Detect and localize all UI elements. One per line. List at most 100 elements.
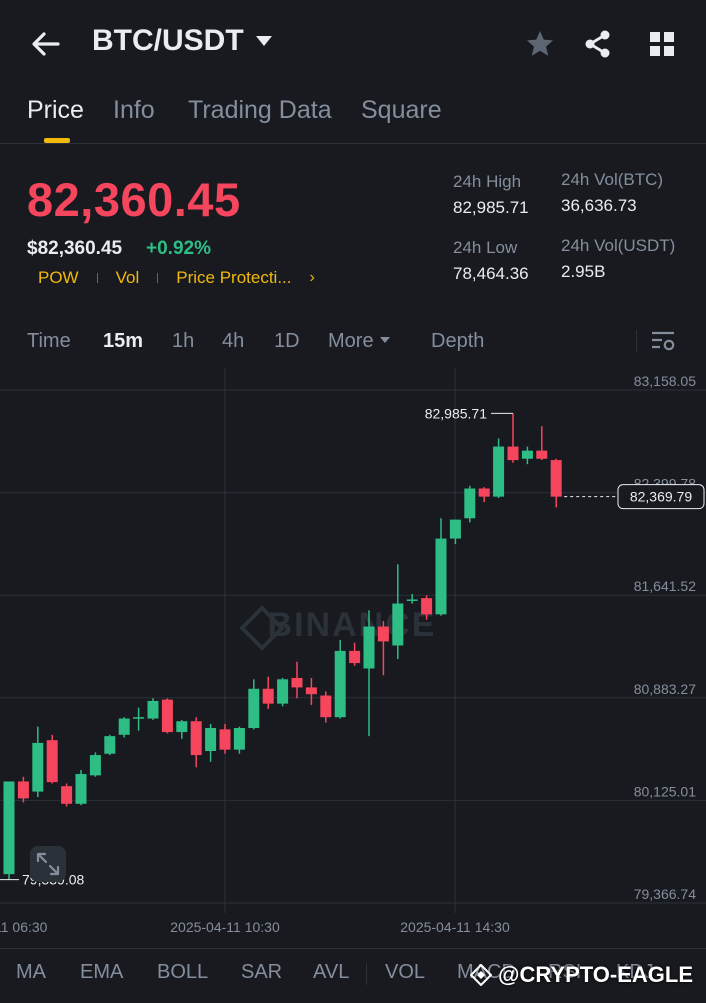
x-tick-label: 2025-04-11 10:30: [170, 919, 280, 935]
interval-more-label: More: [328, 330, 374, 352]
stat-24h-vol-btc-label: 24h Vol(BTC): [561, 170, 664, 189]
y-tick-label: 81,641.52: [634, 578, 696, 594]
candle-body: [392, 603, 404, 646]
asset-tags[interactable]: POW Vol Price Protecti... ›: [38, 268, 315, 288]
candle-body: [493, 446, 505, 497]
candle-body: [205, 728, 217, 752]
y-tick-label: 80,883.27: [634, 681, 696, 697]
tag-price-protection[interactable]: Price Protecti...: [176, 268, 291, 288]
interval-4h[interactable]: 4h: [222, 330, 244, 353]
candle-body: [262, 688, 274, 704]
interval-more[interactable]: More: [328, 330, 390, 353]
active-tab-indicator: [44, 138, 70, 143]
interval-depth[interactable]: Depth: [431, 330, 484, 353]
y-tick-label: 83,158.05: [634, 373, 696, 389]
candle-body: [435, 538, 447, 615]
interval-time[interactable]: Time: [27, 330, 71, 353]
stat-24h-high-label: 24h High: [453, 172, 522, 191]
fullscreen-icon[interactable]: [30, 846, 66, 882]
candle-body: [104, 736, 116, 754]
candle-body: [3, 781, 15, 875]
stat-24h-vol-usdt-label: 24h Vol(USDT): [561, 236, 676, 255]
interval-15m[interactable]: 15m: [103, 330, 143, 353]
candle-body: [449, 519, 461, 539]
candle-body: [176, 721, 188, 733]
credit-text: @CRYPTO-EAGLE: [498, 962, 694, 987]
candle-body: [421, 598, 433, 615]
price-change-percent: +0.92%: [146, 238, 211, 259]
candle-body: [17, 781, 29, 799]
candle-body: [349, 650, 361, 664]
tab-trading-data[interactable]: Trading Data: [188, 96, 332, 125]
candle-body: [305, 687, 317, 695]
indicator-vol[interactable]: VOL: [385, 961, 425, 984]
credit-watermark: @CRYPTO-EAGLE: [470, 962, 693, 988]
usd-price: $82,360.45: [27, 238, 123, 259]
candle-body: [363, 626, 375, 669]
tag-divider: [96, 273, 98, 283]
indicator-boll[interactable]: BOLL: [157, 961, 208, 984]
candle-body: [478, 488, 490, 497]
interval-1h[interactable]: 1h: [172, 330, 194, 353]
grid-menu-icon[interactable]: [646, 28, 678, 60]
candle-body: [161, 699, 173, 733]
indicator-ema[interactable]: EMA: [80, 961, 123, 984]
chevron-right-icon[interactable]: ›: [310, 269, 315, 287]
candle-body: [536, 450, 548, 459]
stat-24h-high-value: 82,985.71: [453, 198, 529, 217]
candle-body: [32, 742, 44, 792]
tab-square[interactable]: Square: [361, 96, 442, 125]
chart-settings-icon[interactable]: [650, 328, 676, 354]
candle-body: [46, 740, 58, 783]
tab-info[interactable]: Info: [113, 96, 155, 125]
y-tick-label: 79,366.74: [634, 886, 696, 902]
share-icon[interactable]: [582, 28, 614, 60]
candle-body: [464, 488, 476, 519]
caret-down-icon: [379, 337, 390, 344]
indicator-divider: [366, 963, 367, 985]
max-price-label: 82,985.71: [425, 405, 487, 421]
tag-divider: [157, 273, 159, 283]
current-price-label: 82,369.79: [630, 489, 692, 505]
stat-24h-low-value: 78,464.36: [453, 264, 529, 283]
interval-1d[interactable]: 1D: [274, 330, 300, 353]
x-tick-label: 11 06:30: [0, 919, 48, 935]
candle-body: [61, 786, 73, 804]
candle-body: [118, 718, 130, 735]
pair-selector[interactable]: BTC/USDT: [92, 24, 272, 58]
interval-divider: [636, 330, 637, 352]
indicator-ma[interactable]: MA: [16, 961, 46, 984]
interval-bar: Time 15m 1h 4h 1D More Depth: [0, 318, 706, 366]
chart-canvas[interactable]: 83,158.0582,399.7881,641.5280,883.2780,1…: [0, 368, 706, 948]
stat-24h-vol-btc-value: 36,636.73: [561, 196, 637, 215]
pair-title: BTC/USDT: [92, 24, 244, 57]
back-arrow-icon[interactable]: [28, 26, 64, 62]
x-tick-label: 2025-04-11 14:30: [400, 919, 510, 935]
diamond-logo-icon: [470, 964, 492, 986]
star-icon[interactable]: [524, 28, 556, 60]
candle-body: [377, 626, 389, 642]
candle-body: [277, 679, 289, 704]
candle-body: [75, 774, 87, 804]
tag-pow[interactable]: POW: [38, 268, 79, 288]
candlestick-chart[interactable]: 83,158.05 82,399.78 81,641.52 80,883.27 80,1…: [0, 368, 706, 948]
candle-body: [291, 677, 303, 688]
tab-price[interactable]: Price: [27, 96, 84, 125]
tag-vol[interactable]: Vol: [116, 268, 140, 288]
candle-body: [219, 729, 231, 750]
y-tick-label: 80,125.01: [634, 783, 696, 799]
last-price: 82,360.45: [27, 173, 241, 226]
candle-body: [147, 700, 159, 719]
caret-down-icon: [255, 36, 272, 46]
indicator-sar[interactable]: SAR: [241, 961, 282, 984]
candle-body: [550, 460, 562, 497]
candle-body: [334, 650, 346, 718]
candle-body: [89, 755, 101, 776]
indicator-avl[interactable]: AVL: [313, 961, 349, 984]
candle-body: [133, 717, 145, 719]
candle-body: [507, 446, 519, 461]
candle-body: [248, 688, 260, 729]
main-tabs: Price Info Trading Data Square: [0, 90, 706, 144]
candle-body: [233, 728, 245, 750]
candle-body: [521, 450, 533, 459]
